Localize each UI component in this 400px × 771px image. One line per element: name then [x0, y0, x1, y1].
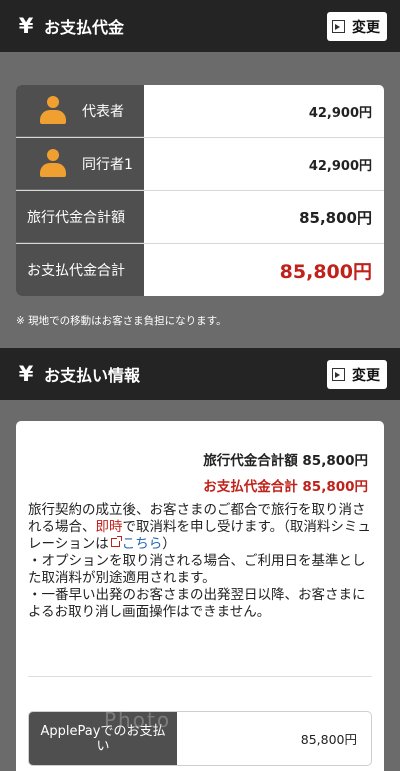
yen-icon: ¥: [18, 13, 34, 38]
payment-info-section-header: ¥ お支払い情報 変更: [0, 348, 400, 400]
change-payment-button[interactable]: 変更: [327, 12, 387, 41]
yen-icon: ¥: [18, 361, 34, 386]
arrow-box-icon: [332, 368, 345, 381]
section-title: お支払い情報: [44, 366, 141, 385]
person-icon: [38, 94, 68, 127]
change-button-label: 変更: [352, 367, 380, 384]
payment-total-line: お支払代金合計 85,800円: [203, 479, 368, 495]
row-label: 同行者1: [82, 156, 133, 173]
arrow-box-icon: [332, 20, 345, 33]
cancellation-policy-text: 旅行契約の成立後、お客さまのご都合で旅行を取り消される場合、即時で取消料を申し受…: [28, 502, 371, 620]
payment-info-card: 旅行代金合計額 85,800円 お支払代金合計 85,800円 旅行契約の成立後…: [16, 421, 384, 771]
row-value: 42,900円: [308, 158, 372, 174]
row-value: 85,800円: [299, 208, 372, 227]
row-label: 代表者: [82, 103, 124, 120]
section-title: お支払代金: [44, 18, 125, 37]
transport-note: ※ 現地での移動はお客さま負担になります。: [16, 315, 227, 327]
cancellation-simulation-link[interactable]: こちら: [122, 536, 163, 552]
change-payment-info-button[interactable]: 変更: [327, 360, 387, 389]
travel-total-line: 旅行代金合計額 85,800円: [203, 453, 368, 469]
price-row-payment-total: お支払代金合計 85,800円: [16, 244, 384, 296]
payment-method-value: 85,800円: [300, 732, 357, 747]
payment-method-label: ApplePayでのお支払い: [29, 712, 177, 765]
row-value: 42,900円: [308, 105, 372, 121]
payment-section-header: ¥ お支払代金 変更: [0, 0, 400, 52]
earliest-departure-note: ・一番早い出発のお客さまの出発翌日以降、お客さまによるお取り消し画面操作はできま…: [28, 587, 366, 620]
price-row-representative: 代表者 42,900円: [16, 85, 384, 138]
person-icon: [38, 147, 68, 180]
payment-method-row: ApplePayでのお支払い 85,800円: [28, 711, 372, 766]
price-table: 代表者 42,900円 同行者1 42,900円 旅行代金合計額 85,800円…: [16, 85, 384, 296]
change-button-label: 変更: [352, 19, 380, 36]
external-link-icon: [110, 536, 122, 547]
option-cancel-note: ・オプションを取り消される場合、ご利用日を基準とした取消料が別途適用されます。: [28, 553, 366, 586]
row-value: 85,800円: [279, 260, 372, 283]
immediate-highlight: 即時: [95, 519, 123, 535]
row-label: 旅行代金合計額: [16, 191, 144, 243]
row-label: お支払代金合計: [16, 244, 144, 296]
divider: [28, 676, 372, 677]
price-row-travel-total: 旅行代金合計額 85,800円: [16, 191, 384, 244]
price-row-companion: 同行者1 42,900円: [16, 138, 384, 191]
